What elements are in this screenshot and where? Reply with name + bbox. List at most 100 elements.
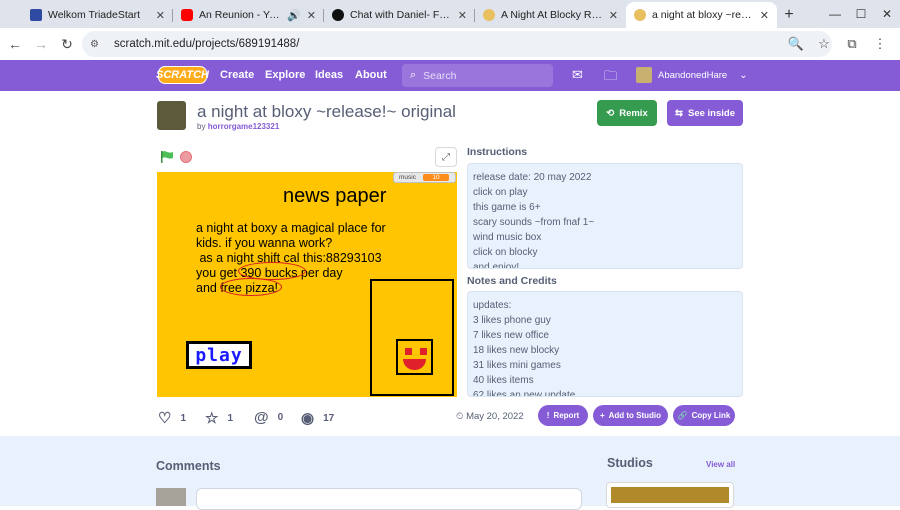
- by-label: by: [197, 122, 206, 131]
- instruction-line: scary sounds ~from fnaf 1~: [473, 217, 595, 228]
- site-info-icon[interactable]: ⚙: [90, 39, 104, 50]
- fullscreen-icon[interactable]: ⤢: [435, 147, 457, 167]
- minimize-icon[interactable]: —: [822, 7, 848, 21]
- scratch-logo[interactable]: SCRATCH: [156, 66, 209, 84]
- remix-count: 0: [277, 412, 284, 423]
- user-menu[interactable]: AbandonedHare ⌄: [636, 67, 748, 83]
- play-sprite-button[interactable]: play: [186, 341, 252, 369]
- view-count: 17: [323, 412, 335, 424]
- scratch-favicon-icon: [483, 9, 495, 21]
- zoom-icon[interactable]: 🔍: [782, 36, 810, 52]
- nav-explore[interactable]: Explore: [265, 69, 305, 81]
- scratch-favicon-icon: [634, 9, 646, 21]
- tab-title: A Night At Blocky REMASTERED: [501, 9, 603, 21]
- love-stat[interactable]: ♡ 1: [158, 409, 186, 427]
- extensions-icon[interactable]: ⧉: [838, 36, 866, 52]
- copy-link-button[interactable]: 🔗 Copy Link: [673, 405, 735, 426]
- project-stage[interactable]: music 10 news paper a night at boxy a ma…: [157, 172, 457, 397]
- newspaper-line: kids. if you wanna work?: [196, 236, 333, 250]
- new-tab-button[interactable]: +: [777, 2, 801, 28]
- instructions-heading: Instructions: [467, 146, 528, 158]
- username: AbandonedHare: [658, 69, 728, 81]
- studios-heading: Studios: [607, 456, 653, 470]
- door-sprite: [370, 279, 454, 396]
- browser-tab[interactable]: Chat with Daniel- Furry BF ✕: [324, 2, 475, 28]
- add-to-studio-label: Add to Studio: [608, 411, 662, 420]
- notes-line: updates:: [473, 300, 512, 311]
- nav-ideas[interactable]: Ideas: [315, 69, 343, 81]
- report-button[interactable]: ! Report: [538, 405, 588, 426]
- notes-heading: Notes and Credits: [467, 275, 557, 287]
- newspaper-headline: news paper: [283, 185, 387, 207]
- share-date: ⏲ May 20, 2022: [456, 411, 524, 422]
- notes-line: 3 likes phone guy: [473, 315, 551, 326]
- youtube-favicon-icon: [181, 9, 193, 21]
- report-icon: !: [546, 411, 550, 420]
- my-stuff-folder-icon[interactable]: 🗀: [604, 67, 617, 89]
- url-field[interactable]: ⚙ scratch.mit.edu/projects/689191488/: [82, 31, 832, 57]
- author-link[interactable]: horrorgame123321: [208, 122, 280, 131]
- favorite-stat[interactable]: ☆ 1: [205, 409, 233, 427]
- comment-input[interactable]: [196, 488, 582, 510]
- browser-tab[interactable]: A Night At Blocky REMASTERED ✕: [475, 2, 626, 28]
- close-tab-icon[interactable]: ✕: [609, 9, 618, 22]
- close-tab-icon[interactable]: ✕: [307, 9, 316, 22]
- maximize-icon[interactable]: ☐: [848, 7, 874, 21]
- see-inside-icon: ⇆: [675, 107, 683, 119]
- favorite-count: 1: [227, 412, 234, 424]
- back-icon[interactable]: ←: [2, 36, 28, 52]
- search-icon: ⌕: [410, 69, 417, 81]
- forward-icon[interactable]: →: [28, 36, 54, 52]
- instruction-line: release date: 20 may 2022: [473, 172, 592, 183]
- audio-playing-icon[interactable]: 🔊: [287, 9, 301, 22]
- green-flag-icon[interactable]: [160, 151, 174, 163]
- studio-card[interactable]: [606, 482, 734, 508]
- close-tab-icon[interactable]: ✕: [458, 9, 467, 22]
- heart-icon: ♡: [158, 410, 172, 427]
- close-tab-icon[interactable]: ✕: [156, 9, 165, 22]
- see-inside-label: See inside: [687, 107, 735, 119]
- avatar: [156, 488, 186, 506]
- chevron-down-icon: ⌄: [739, 69, 748, 81]
- nav-create[interactable]: Create: [220, 69, 254, 81]
- instruction-line: click on play: [473, 187, 528, 198]
- tab-title: Welkom TriadeStart: [48, 9, 141, 21]
- instruction-line: wind music box: [473, 232, 542, 243]
- search-placeholder: Search: [423, 69, 457, 82]
- browser-tab-active[interactable]: a night at bloxy ~release!~ ✕: [626, 2, 777, 28]
- blocky-face-sprite[interactable]: [396, 339, 433, 375]
- instruction-line: and enjoy!: [473, 262, 520, 269]
- stop-sign-icon[interactable]: [180, 151, 192, 163]
- address-bar-row: ← → ↻ ⚙ scratch.mit.edu/projects/6891914…: [0, 28, 900, 60]
- notes-line: 62 likes an new update: [473, 390, 576, 397]
- date-text: May 20, 2022: [466, 411, 524, 422]
- triadestart-favicon-icon: [30, 9, 42, 21]
- browser-tab[interactable]: An Reunion - YouTube 🔊 ✕: [173, 2, 324, 28]
- close-window-icon[interactable]: ✕: [874, 7, 900, 21]
- close-tab-icon[interactable]: ✕: [760, 9, 769, 22]
- instruction-line: click on blocky: [473, 247, 538, 258]
- view-all-link[interactable]: View all: [706, 460, 735, 469]
- author-avatar[interactable]: [157, 101, 186, 130]
- messages-icon[interactable]: ✉: [572, 67, 583, 83]
- love-count: 1: [180, 412, 187, 424]
- notes-box: updates: 3 likes phone guy 7 likes new o…: [467, 291, 743, 397]
- instruction-line: this game is 6+: [473, 202, 541, 213]
- notes-line: 18 likes new blocky: [473, 345, 560, 356]
- nav-about[interactable]: About: [355, 69, 387, 81]
- tab-title: An Reunion - YouTube: [199, 9, 281, 21]
- comments-heading: Comments: [156, 459, 221, 473]
- browser-tab-bar: Welkom TriadeStart ✕ An Reunion - YouTub…: [0, 0, 900, 28]
- notes-line: 31 likes mini games: [473, 360, 561, 371]
- notes-line: 7 likes new office: [473, 330, 549, 341]
- remix-button[interactable]: ⟲ Remix: [597, 100, 657, 126]
- reload-icon[interactable]: ↻: [54, 36, 80, 53]
- see-inside-button[interactable]: ⇆ See inside: [667, 100, 743, 126]
- browser-menu-icon[interactable]: ⋮: [866, 36, 894, 52]
- remix-stat: @ 0: [254, 409, 283, 426]
- bookmark-star-icon[interactable]: ☆: [810, 36, 838, 52]
- remix-label: Remix: [619, 107, 648, 119]
- browser-tab[interactable]: Welkom TriadeStart ✕: [22, 2, 173, 28]
- search-input[interactable]: ⌕ Search: [402, 64, 553, 87]
- add-to-studio-button[interactable]: + Add to Studio: [593, 405, 668, 426]
